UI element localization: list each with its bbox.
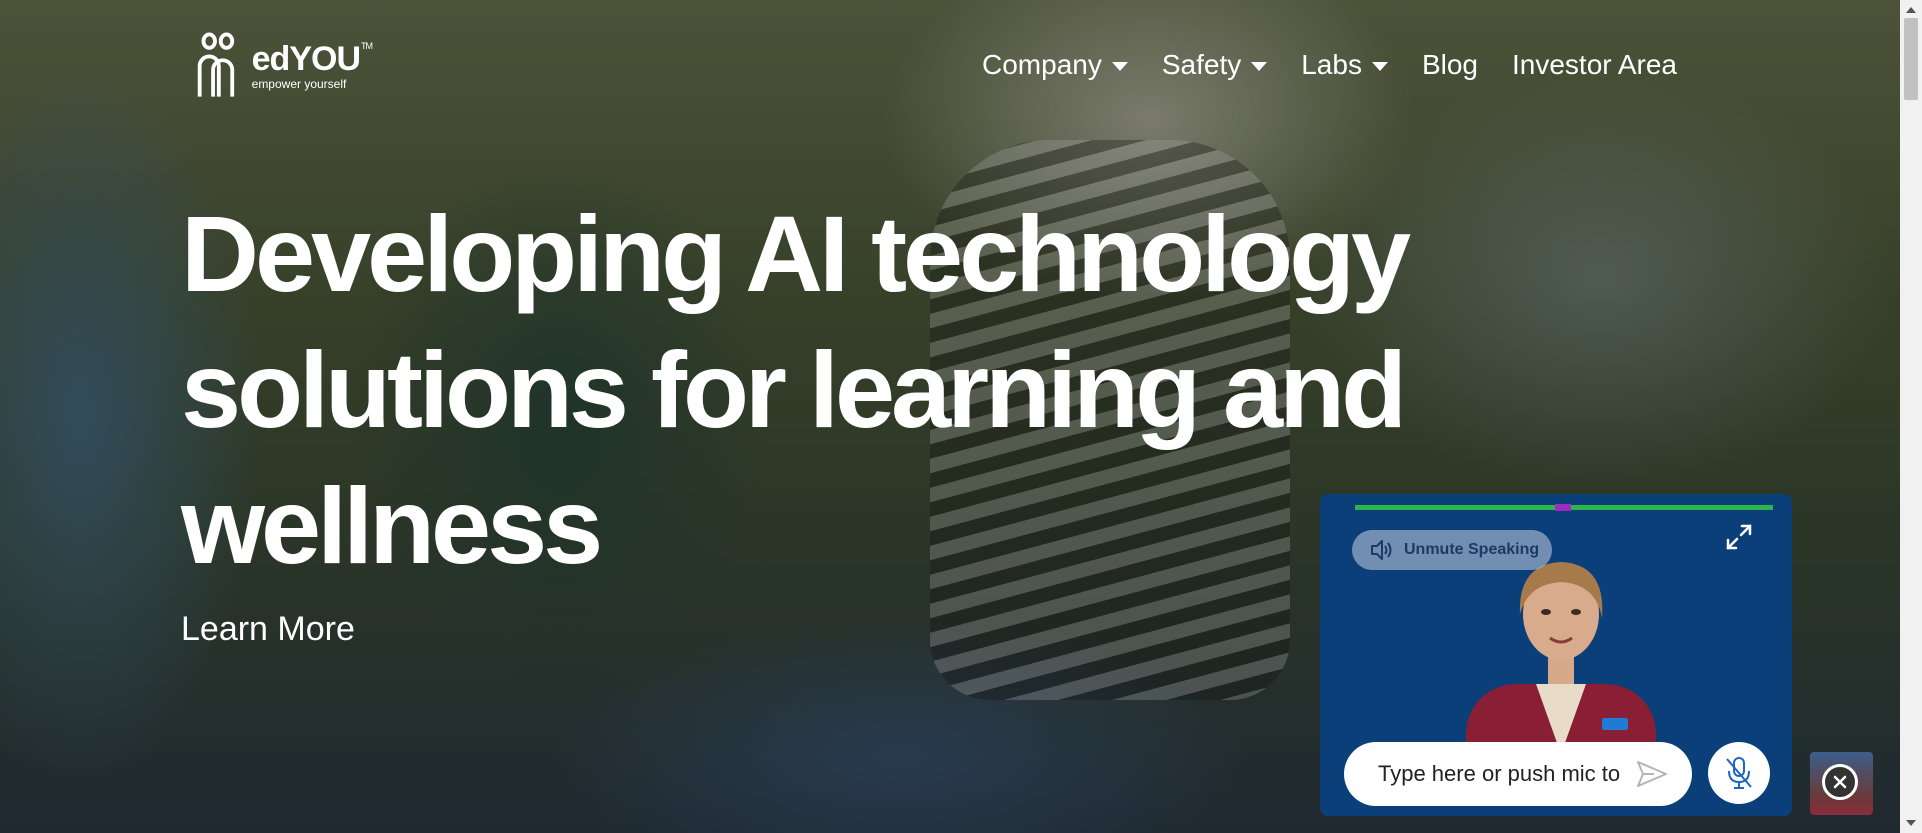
mic-button[interactable] <box>1708 742 1770 804</box>
logo-name: edYOUTM <box>251 40 373 78</box>
learn-more-link[interactable]: Learn More <box>181 610 355 649</box>
unmute-label: Unmute Speaking <box>1404 541 1540 558</box>
nav-blog[interactable]: Blog <box>1422 49 1478 81</box>
site-logo[interactable]: edYOUTM empower yourself <box>192 26 373 106</box>
caret-down-icon <box>1251 62 1268 71</box>
scroll-down-arrow-icon[interactable] <box>1906 820 1916 826</box>
mic-off-icon <box>1726 757 1752 789</box>
main-nav: Company Safety Labs Blog Investor Area <box>982 45 1677 85</box>
speaker-icon <box>1371 540 1392 560</box>
speech-progress-bar <box>1355 504 1773 511</box>
speech-progress-marker <box>1555 504 1571 511</box>
nav-company[interactable]: Company <box>982 49 1128 81</box>
nav-labs-label: Labs <box>1301 49 1362 80</box>
nav-safety-label: Safety <box>1161 49 1242 80</box>
scrollbar-thumb[interactable] <box>1904 18 1918 100</box>
chat-message-input[interactable]: Type here or push mic to <box>1344 742 1692 806</box>
hero-title-line-3: wellness <box>181 465 603 586</box>
logo-mark-icon <box>197 32 235 97</box>
ai-chat-widget: Unmute Speaking Type here or push mic to <box>1320 494 1792 816</box>
logo-tagline: empower yourself <box>251 77 347 91</box>
send-icon[interactable] <box>1636 760 1668 788</box>
chat-input-placeholder: Type here or push mic to <box>1378 761 1621 786</box>
scroll-up-arrow-icon[interactable] <box>1906 7 1916 13</box>
hero-title: Developing AI technology solutions for l… <box>181 186 1481 594</box>
close-icon <box>1833 775 1847 789</box>
caret-down-icon <box>1371 62 1388 71</box>
nav-company-label: Company <box>982 49 1102 80</box>
nav-safety[interactable]: Safety <box>1161 49 1268 81</box>
expand-icon[interactable] <box>1724 522 1754 552</box>
unmute-speaking-button[interactable]: Unmute Speaking <box>1352 530 1552 570</box>
caret-down-icon <box>1111 62 1128 71</box>
nav-labs[interactable]: Labs <box>1301 49 1388 81</box>
hero-title-line-1: Developing AI technology <box>181 193 1411 314</box>
logo-text: edYOUTM empower yourself <box>251 40 373 91</box>
close-chat-button[interactable] <box>1822 764 1858 800</box>
nav-investor-area[interactable]: Investor Area <box>1512 49 1677 81</box>
nav-blog-label: Blog <box>1421 49 1478 80</box>
nav-investor-area-label: Investor Area <box>1512 49 1677 80</box>
hero-title-line-2: solutions for learning and <box>181 329 1407 450</box>
page-scrollbar[interactable] <box>1900 0 1922 833</box>
